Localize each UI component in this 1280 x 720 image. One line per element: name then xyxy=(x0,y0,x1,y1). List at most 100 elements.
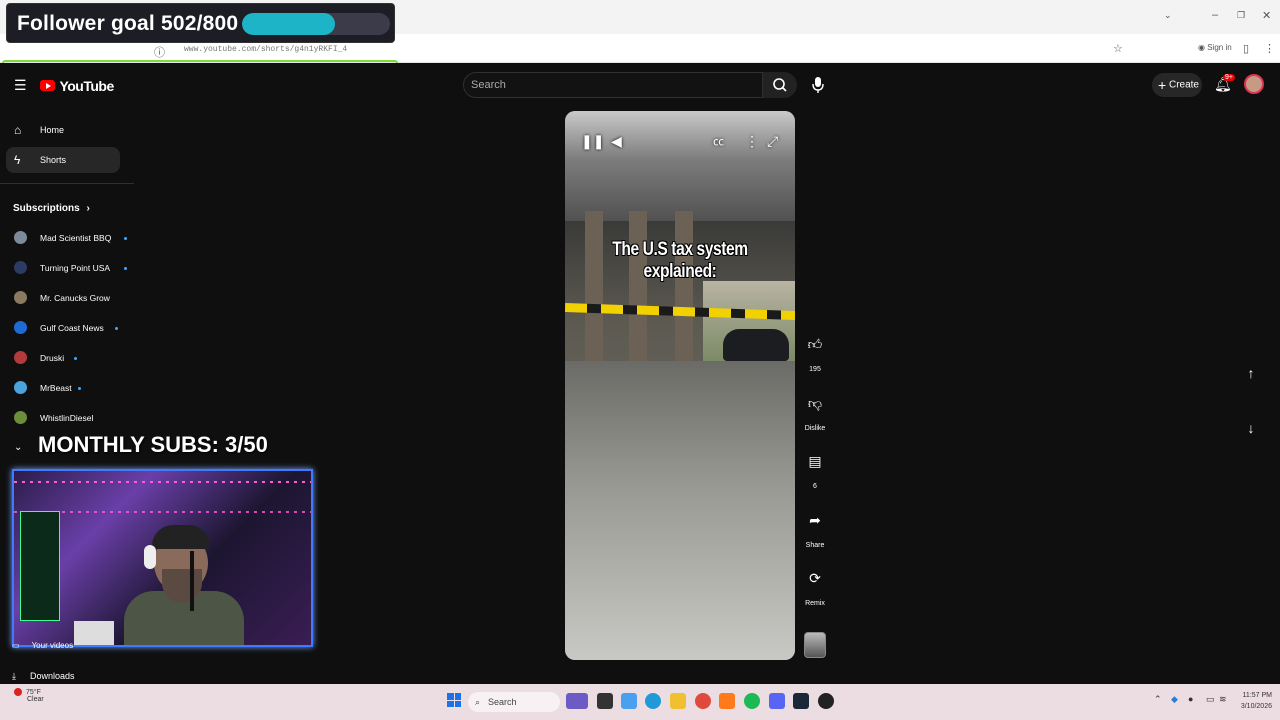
follower-goal-widget: Follower goal 502/800 xyxy=(6,3,395,43)
voice-search-button[interactable] xyxy=(808,74,828,96)
captions-icon[interactable]: ㏄ xyxy=(713,133,724,149)
weather-widget[interactable]: 75°F Clear xyxy=(14,688,44,703)
remix-label: Remix xyxy=(805,600,825,607)
microphone-arm xyxy=(190,551,194,611)
desk-item xyxy=(74,621,114,645)
subscription-item[interactable]: Turning Point USA xyxy=(12,258,132,278)
sidebar-item-your-videos[interactable]: ▭ Your videos xyxy=(12,641,73,650)
discord-icon[interactable] xyxy=(769,693,785,709)
sidebar-item-label: Your videos xyxy=(31,641,74,650)
clock-date: 3/10/2026 xyxy=(1240,703,1272,710)
hamburger-menu-icon[interactable]: ☰ xyxy=(14,77,27,94)
channel-name: Mr. Canucks Grow xyxy=(40,293,110,303)
search-input[interactable] xyxy=(463,72,763,98)
plus-icon: + xyxy=(1158,77,1167,93)
thumbs-down-icon: 👎︎ xyxy=(807,395,823,411)
windows-taskbar xyxy=(0,684,1280,720)
more-options-icon[interactable]: ⋮ xyxy=(745,133,759,150)
download-icon: ⤓ xyxy=(12,671,16,681)
subscriptions-header[interactable]: Subscriptions › xyxy=(13,203,90,214)
video-icon: ▭ xyxy=(12,641,20,650)
tray-chevron-icon[interactable]: ⌃ xyxy=(1154,694,1162,705)
clock-time: 11:57 PM xyxy=(1242,692,1272,699)
channel-name: Turning Point USA xyxy=(40,263,111,273)
taskbar-search[interactable]: ⌕ Search xyxy=(468,692,560,712)
firefox-icon[interactable] xyxy=(719,693,735,709)
url-text[interactable]: www.youtube.com/shorts/g4n1yRKFI_4 xyxy=(184,45,347,54)
sign-in-button[interactable]: ◉ Sign in xyxy=(1198,43,1232,52)
close-icon[interactable]: ✕ xyxy=(1262,9,1271,22)
chevron-down-icon[interactable]: ⌄ xyxy=(1164,10,1172,21)
sidebar-item-shorts[interactable]: ϟ Shorts xyxy=(6,147,120,173)
new-content-dot xyxy=(73,357,77,360)
chrome-icon[interactable] xyxy=(695,693,711,709)
menu-dots-icon[interactable]: ⋮ xyxy=(1264,42,1275,55)
tray-mic-icon[interactable]: ● xyxy=(1188,694,1193,704)
microphone-icon xyxy=(812,77,824,93)
video-scene-pillar xyxy=(675,211,693,361)
channel-avatar xyxy=(14,381,27,394)
steam-icon[interactable] xyxy=(793,693,809,709)
new-content-dot xyxy=(124,267,128,270)
system-clock[interactable]: 11:57 PM 3/10/2026 xyxy=(1232,690,1272,712)
file-explorer-icon[interactable] xyxy=(670,693,686,709)
subscription-item[interactable]: MrBeast xyxy=(12,378,132,398)
streamer-hat xyxy=(152,525,210,549)
like-button[interactable]: 👍︎ 195 xyxy=(800,332,830,373)
volume-icon[interactable]: ◀︎ xyxy=(611,133,622,150)
avatar[interactable] xyxy=(1244,74,1264,94)
sidebar-item-downloads[interactable]: ⤓ Downloads xyxy=(12,671,75,682)
sign-in-label: Sign in xyxy=(1207,43,1232,52)
restore-icon[interactable]: ❐ xyxy=(1237,10,1245,21)
edge-icon[interactable] xyxy=(645,693,661,709)
sound-thumbnail[interactable] xyxy=(804,632,826,658)
youtube-play-icon xyxy=(40,80,55,92)
shorts-video-player[interactable]: The U.S tax system explained: ❚❚ ◀︎ ㏄ ⋮ … xyxy=(565,111,795,660)
subscription-item[interactable]: Gulf Coast News xyxy=(12,318,132,338)
extensions-icon[interactable]: ▯ xyxy=(1243,42,1249,55)
task-view-icon[interactable] xyxy=(597,693,613,709)
subscription-item[interactable]: Druski xyxy=(12,348,132,368)
share-button[interactable]: ➦ Share xyxy=(800,508,830,549)
remix-icon: ⟳ xyxy=(809,570,821,586)
fullscreen-icon[interactable]: ⤢ xyxy=(767,133,778,150)
comment-count: 6 xyxy=(813,483,817,490)
channel-avatar xyxy=(14,231,27,244)
youtube-logo[interactable]: YouTube xyxy=(40,77,114,95)
channel-name: Druski xyxy=(40,353,65,363)
video-caption: The U.S tax system explained: xyxy=(612,239,748,282)
channel-name: MrBeast xyxy=(40,383,72,393)
channel-avatar xyxy=(14,411,27,424)
subscription-item[interactable]: Mr. Canucks Grow xyxy=(12,288,132,308)
remix-button[interactable]: ⟳ Remix xyxy=(800,566,830,607)
previous-short-button[interactable]: ↑ xyxy=(1238,360,1264,386)
sidebar-item-home[interactable]: ⌂ Home xyxy=(6,117,120,143)
channel-name: WhistlinDiesel xyxy=(40,413,94,423)
create-button[interactable]: + Create xyxy=(1152,73,1202,97)
dislike-button[interactable]: 👎︎ Dislike xyxy=(800,391,830,432)
windows-start-icon[interactable] xyxy=(447,693,461,707)
obs-icon[interactable] xyxy=(818,693,834,709)
comments-button[interactable]: ▤ 6 xyxy=(800,449,830,490)
store-icon[interactable] xyxy=(621,693,637,709)
search-button[interactable] xyxy=(763,72,797,98)
star-icon[interactable]: ☆ xyxy=(1113,42,1123,55)
arrow-up-icon: ↑ xyxy=(1247,365,1255,381)
logo-text: YouTube xyxy=(59,77,114,94)
subscription-item[interactable]: Mad Scientist BBQ xyxy=(12,228,132,248)
next-short-button[interactable]: ↓ xyxy=(1238,415,1264,441)
channel-avatar xyxy=(14,351,27,364)
tray-app-icon[interactable]: ◆ xyxy=(1171,694,1178,705)
copilot-icon[interactable] xyxy=(566,693,588,709)
sidebar-item-label: Shorts xyxy=(40,155,67,165)
info-icon[interactable]: ⓘ xyxy=(154,44,165,60)
chevron-down-icon[interactable]: ⌄ xyxy=(14,442,22,453)
share-label: Share xyxy=(805,542,825,549)
minimize-icon[interactable]: – xyxy=(1212,9,1218,21)
spotify-icon[interactable] xyxy=(744,693,760,709)
subscription-item[interactable]: WhistlinDiesel xyxy=(12,408,132,428)
channel-name: Gulf Coast News xyxy=(40,323,104,333)
pause-icon[interactable]: ❚❚ xyxy=(581,133,604,150)
temperature: 75°F xyxy=(26,688,41,696)
battery-icon[interactable]: ▭ xyxy=(1206,694,1215,705)
